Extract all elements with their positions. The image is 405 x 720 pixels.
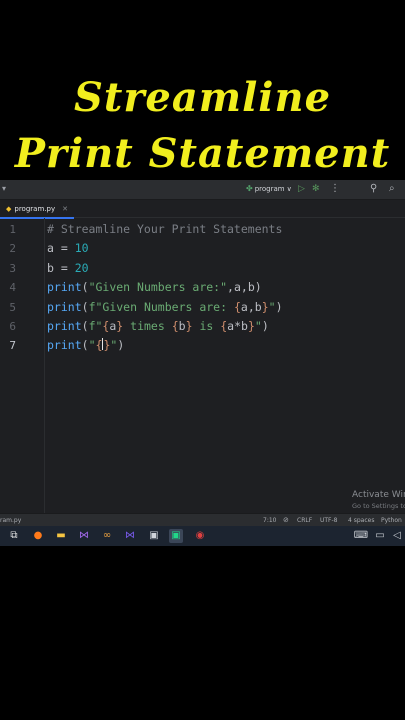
run-icon[interactable]: ▷ <box>298 183 305 195</box>
line-number-gutter: 1 2 3 4 5 6 7 <box>0 218 45 513</box>
code-line-7[interactable]: print("{}") <box>47 338 124 352</box>
line-number: 4 <box>9 281 16 294</box>
more-actions-icon[interactable]: ⋮ <box>330 183 340 195</box>
tab-program-py[interactable]: ◆ program.py ✕ <box>0 200 74 219</box>
recorder-icon[interactable]: ◉ <box>193 529 207 543</box>
line-number: 6 <box>9 320 16 333</box>
search-icon[interactable]: ⌕ <box>389 183 395 195</box>
settings-app-icon[interactable]: ▣ <box>147 529 161 543</box>
status-caret-position[interactable]: 7:10 <box>263 517 276 524</box>
task-view-icon[interactable]: ⧉ <box>7 529 21 543</box>
line-number: 3 <box>9 262 16 275</box>
status-interpreter[interactable]: Python <box>381 517 402 524</box>
ide-status-bar: ram.py 7:10 ⊘ CRLF UTF-8 4 spaces Python <box>0 513 405 527</box>
ide-toolbar: ▾ ✤ program ∨ ▷ ✻ ⋮ ⚲ ⌕ <box>0 180 405 200</box>
status-line-separator[interactable]: CRLF <box>297 517 312 524</box>
code-line-3[interactable]: b = 20 <box>47 261 89 275</box>
line-number-current: 7 <box>9 339 16 352</box>
debug-icon[interactable]: ✻ <box>312 183 320 195</box>
close-tab-icon[interactable]: ✕ <box>62 205 68 213</box>
overlay-title-line2: Print Statement <box>14 130 391 177</box>
status-file-path[interactable]: ram.py <box>0 517 21 524</box>
run-config-label: program <box>254 184 285 193</box>
keyboard-icon[interactable]: ⌨ <box>354 529 368 543</box>
activate-windows-subtext: Go to Settings to <box>352 502 405 510</box>
line-number: 5 <box>9 301 16 314</box>
pycharm-icon[interactable]: ▣ <box>169 529 183 543</box>
status-encoding[interactable]: UTF-8 <box>320 517 338 524</box>
python-run-config-icon: ✤ <box>246 184 253 193</box>
visual-studio-icon[interactable]: ⋈ <box>77 529 91 543</box>
code-line-4[interactable]: print("Given Numbers are:",a,b) <box>47 280 262 294</box>
python-file-icon: ◆ <box>6 204 12 213</box>
tab-label: program.py <box>14 204 56 213</box>
code-line-6[interactable]: print(f"{a} times {b} is {a*b}") <box>47 319 269 333</box>
firefox-icon[interactable]: ● <box>31 529 45 543</box>
editor-tab-bar: ◆ program.py ✕ <box>0 200 405 219</box>
windows-taskbar: ⧉ ● ▬ ⋈ ∞ ⋈ ▣ ▣ ◉ ⌨ ▭ ◁ <box>0 526 405 546</box>
code-line-2[interactable]: a = 10 <box>47 241 89 255</box>
ide-window: ▾ ✤ program ∨ ▷ ✻ ⋮ ⚲ ⌕ ◆ program.py ✕ 1… <box>0 180 405 546</box>
status-lock-icon[interactable]: ⊘ <box>283 516 289 524</box>
run-config-selector[interactable]: ✤ program ∨ <box>246 184 292 193</box>
overlay-title-line1: Streamline <box>73 74 332 121</box>
line-number: 1 <box>9 223 16 236</box>
app-icon[interactable]: ∞ <box>100 529 114 543</box>
status-indent[interactable]: 4 spaces <box>348 517 374 524</box>
chevron-down-icon: ∨ <box>286 184 292 193</box>
volume-icon[interactable]: ◁ <box>390 529 404 543</box>
main-menu-chevron-icon[interactable]: ▾ <box>2 184 6 193</box>
network-icon[interactable]: ▭ <box>373 529 387 543</box>
code-line-5[interactable]: print(f"Given Numbers are: {a,b}") <box>47 300 283 314</box>
line-number: 2 <box>9 242 16 255</box>
code-line-1[interactable]: # Streamline Your Print Statements <box>47 222 282 236</box>
file-explorer-icon[interactable]: ▬ <box>54 529 68 543</box>
activate-windows-watermark: Activate Win <box>352 490 405 500</box>
account-icon[interactable]: ⚲ <box>370 183 377 195</box>
visual-studio-purple-icon[interactable]: ⋈ <box>123 529 137 543</box>
